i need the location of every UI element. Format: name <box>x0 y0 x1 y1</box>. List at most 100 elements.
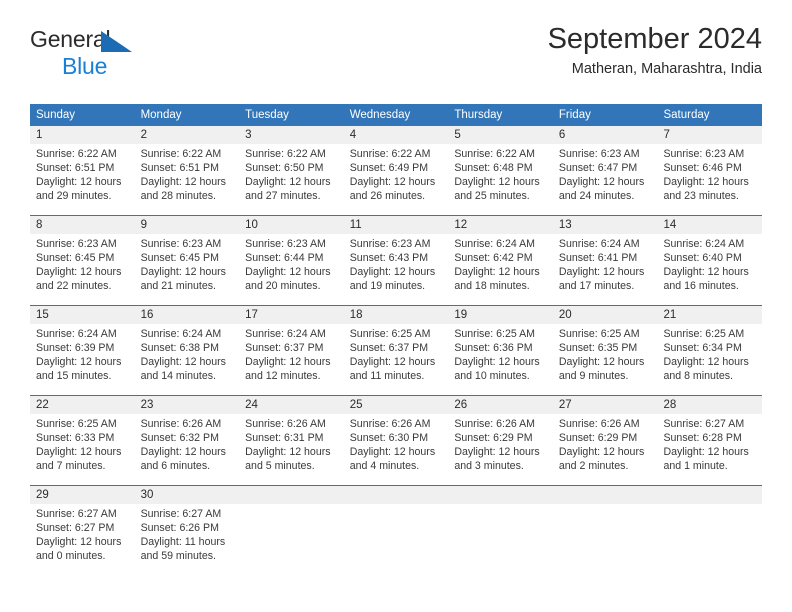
sunrise-text: Sunrise: 6:24 AM <box>140 328 222 340</box>
calendar-day-cell[interactable]: 20 Sunrise: 6:25 AM Sunset: 6:35 PM Dayligh… <box>552 306 658 395</box>
sunrise-text: Sunrise: 6:25 AM <box>349 328 431 340</box>
calendar-day-cell[interactable]: 26 Sunrise: 6:26 AM Sunset: 6:29 PM Dayligh… <box>448 396 553 485</box>
sunrise-text: Sunrise: 6:25 AM <box>36 418 117 430</box>
calendar-day-cell[interactable]: 17 Sunrise: 6:24 AM Sunset: 6:37 PM Dayligh… <box>239 306 344 395</box>
daylight-text-line2: and 10 minutes. <box>454 370 530 382</box>
sunrise-text: Sunrise: 6:24 AM <box>454 238 535 250</box>
calendar-day-cell[interactable]: 15 Sunrise: 6:24 AM Sunset: 6:39 PM Dayligh… <box>30 306 135 395</box>
day-details: Sunrise: 6:26 AM Sunset: 6:29 PM Daylight:… <box>553 414 658 473</box>
sunrise-text: Sunrise: 6:22 AM <box>245 148 326 160</box>
brand-name-blue: Blue <box>62 53 108 79</box>
sunrise-text: Sunrise: 6:23 AM <box>140 238 222 250</box>
daylight-text-line2: and 22 minutes. <box>36 280 112 292</box>
calendar-day-cell[interactable]: 1 Sunrise: 6:22 AM Sunset: 6:51 PM Daylight… <box>30 126 135 215</box>
day-details: Sunrise: 6:22 AM Sunset: 6:51 PM Daylight:… <box>30 144 135 203</box>
sunset-text: Sunset: 6:29 PM <box>454 432 533 444</box>
calendar-day-cell[interactable]: 6 Sunrise: 6:23 AM Sunset: 6:47 PM Daylight… <box>552 126 658 215</box>
day-details: Sunrise: 6:25 AM Sunset: 6:37 PM Daylight:… <box>344 324 449 383</box>
daylight-text-line2: and 28 minutes. <box>140 190 216 202</box>
day-number: 18 <box>343 306 449 324</box>
calendar-day-cell[interactable]: 9 Sunrise: 6:23 AM Sunset: 6:45 PM Daylight… <box>134 216 240 305</box>
sunrise-text: Sunrise: 6:24 AM <box>245 328 326 340</box>
daylight-text-line1: Daylight: 12 hours <box>349 356 436 368</box>
calendar-day-cell[interactable]: 27 Sunrise: 6:26 AM Sunset: 6:29 PM Dayligh… <box>552 396 658 485</box>
calendar-day-cell[interactable]: 22 Sunrise: 6:25 AM Sunset: 6:33 PM Dayligh… <box>30 396 135 485</box>
calendar-day-cell[interactable]: 7 Sunrise: 6:23 AM Sunset: 6:46 PM Daylight… <box>657 126 763 215</box>
calendar-day-cell[interactable]: 16 Sunrise: 6:24 AM Sunset: 6:38 PM Dayligh… <box>134 306 240 395</box>
daylight-text-line1: Daylight: 12 hours <box>558 446 645 458</box>
calendar-day-cell[interactable]: 19 Sunrise: 6:25 AM Sunset: 6:36 PM Dayligh… <box>448 306 553 395</box>
sunrise-text: Sunrise: 6:25 AM <box>663 328 745 340</box>
day-details: Sunrise: 6:25 AM Sunset: 6:34 PM Daylight:… <box>657 324 762 383</box>
title-block: September 2024 Matheran, Maharashtra, In… <box>548 22 762 79</box>
day-details: Sunrise: 6:27 AM Sunset: 6:28 PM Daylight:… <box>657 414 762 473</box>
calendar-week-row: 22 Sunrise: 6:25 AM Sunset: 6:33 PM Dayligh… <box>30 395 763 485</box>
calendar-day-cell[interactable]: 29 Sunrise: 6:27 AM Sunset: 6:27 PM Dayligh… <box>30 486 135 575</box>
sunrise-text: Sunrise: 6:23 AM <box>36 238 117 250</box>
calendar-day-cell[interactable]: 14 Sunrise: 6:24 AM Sunset: 6:40 PM Dayligh… <box>657 216 763 305</box>
brand-logo[interactable]: General Blue <box>30 28 290 78</box>
calendar-day-cell-empty <box>657 486 763 575</box>
day-number: 20 <box>552 306 658 324</box>
daylight-text-line1: Daylight: 12 hours <box>349 266 436 278</box>
calendar-week-row: 1 Sunrise: 6:22 AM Sunset: 6:51 PM Daylight… <box>30 126 763 215</box>
calendar-day-cell[interactable]: 23 Sunrise: 6:26 AM Sunset: 6:32 PM Dayligh… <box>134 396 240 485</box>
calendar-day-cell[interactable]: 21 Sunrise: 6:25 AM Sunset: 6:34 PM Dayligh… <box>657 306 763 395</box>
day-details: Sunrise: 6:25 AM Sunset: 6:35 PM Daylight:… <box>553 324 658 383</box>
calendar-day-cell[interactable]: 8 Sunrise: 6:23 AM Sunset: 6:45 PM Daylight… <box>30 216 135 305</box>
day-details: Sunrise: 6:26 AM Sunset: 6:31 PM Daylight:… <box>239 414 344 473</box>
daylight-text-line1: Daylight: 12 hours <box>663 446 749 458</box>
weekday-header-wednesday: Wednesday <box>349 109 411 121</box>
day-number: 12 <box>448 216 553 234</box>
day-number: 7 <box>657 126 763 144</box>
daylight-text-line2: and 17 minutes. <box>558 280 635 292</box>
daylight-text-line2: and 27 minutes. <box>245 190 321 202</box>
day-number: 23 <box>134 396 240 414</box>
calendar-day-cell[interactable]: 24 Sunrise: 6:26 AM Sunset: 6:31 PM Dayligh… <box>239 396 344 485</box>
day-details: Sunrise: 6:27 AM Sunset: 6:26 PM Daylight:… <box>135 504 240 563</box>
sunset-text: Sunset: 6:31 PM <box>245 432 324 444</box>
daylight-text-line1: Daylight: 12 hours <box>454 356 540 368</box>
sunset-text: Sunset: 6:45 PM <box>140 252 219 264</box>
daylight-text-line2: and 16 minutes. <box>663 280 739 292</box>
daylight-text-line1: Daylight: 11 hours <box>140 536 226 548</box>
page-header: General Blue September 2024 Matheran, Ma… <box>30 23 762 90</box>
calendar-grid: Sunday Monday Tuesday Wednesday Thursday Frid… <box>30 104 763 575</box>
sunrise-text: Sunrise: 6:26 AM <box>245 418 326 430</box>
daylight-text-line1: Daylight: 12 hours <box>140 266 226 278</box>
calendar-day-cell[interactable]: 25 Sunrise: 6:26 AM Sunset: 6:30 PM Dayligh… <box>343 396 449 485</box>
calendar-day-cell[interactable]: 4 Sunrise: 6:22 AM Sunset: 6:49 PM Daylight… <box>343 126 449 215</box>
calendar-day-cell[interactable]: 30 Sunrise: 6:27 AM Sunset: 6:26 PM Dayligh… <box>134 486 240 575</box>
day-number: 21 <box>657 306 763 324</box>
calendar-day-cell[interactable]: 12 Sunrise: 6:24 AM Sunset: 6:42 PM Dayligh… <box>448 216 553 305</box>
daylight-text-line2: and 24 minutes. <box>558 190 635 202</box>
calendar-weeks: 1 Sunrise: 6:22 AM Sunset: 6:51 PM Daylight… <box>30 126 763 575</box>
daylight-text-line2: and 20 minutes. <box>245 280 321 292</box>
day-number: 10 <box>239 216 344 234</box>
calendar-day-cell[interactable]: 28 Sunrise: 6:27 AM Sunset: 6:28 PM Dayligh… <box>657 396 763 485</box>
calendar-day-cell[interactable]: 11 Sunrise: 6:23 AM Sunset: 6:43 PM Dayligh… <box>343 216 449 305</box>
brand-name-general: General <box>30 26 111 52</box>
daylight-text-line2: and 18 minutes. <box>454 280 530 292</box>
sunset-text: Sunset: 6:51 PM <box>36 162 115 174</box>
calendar-day-cell[interactable]: 2 Sunrise: 6:22 AM Sunset: 6:51 PM Daylight… <box>134 126 240 215</box>
sunrise-text: Sunrise: 6:26 AM <box>558 418 640 430</box>
calendar-day-cell[interactable]: 10 Sunrise: 6:23 AM Sunset: 6:44 PM Dayligh… <box>239 216 344 305</box>
sunset-text: Sunset: 6:39 PM <box>36 342 115 354</box>
day-details: Sunrise: 6:24 AM Sunset: 6:40 PM Daylight:… <box>657 234 762 293</box>
weekday-header-sunday: Sunday <box>36 109 76 121</box>
calendar-day-cell[interactable]: 3 Sunrise: 6:22 AM Sunset: 6:50 PM Daylight… <box>239 126 344 215</box>
day-details: Sunrise: 6:22 AM Sunset: 6:51 PM Daylight:… <box>135 144 240 203</box>
day-number: 28 <box>657 396 763 414</box>
day-number: 17 <box>239 306 344 324</box>
calendar-week-row: 15 Sunrise: 6:24 AM Sunset: 6:39 PM Dayligh… <box>30 305 763 395</box>
day-details <box>657 504 762 507</box>
sunset-text: Sunset: 6:37 PM <box>349 342 429 354</box>
daylight-text-line1: Daylight: 12 hours <box>558 266 645 278</box>
day-number: 22 <box>30 396 135 414</box>
calendar-day-cell[interactable]: 18 Sunrise: 6:25 AM Sunset: 6:37 PM Dayligh… <box>343 306 449 395</box>
day-number: 16 <box>134 306 240 324</box>
calendar-week-row: 8 Sunrise: 6:23 AM Sunset: 6:45 PM Daylight… <box>30 215 763 305</box>
calendar-day-cell[interactable]: 5 Sunrise: 6:22 AM Sunset: 6:48 PM Daylight… <box>448 126 553 215</box>
calendar-day-cell[interactable]: 13 Sunrise: 6:24 AM Sunset: 6:41 PM Dayligh… <box>552 216 658 305</box>
